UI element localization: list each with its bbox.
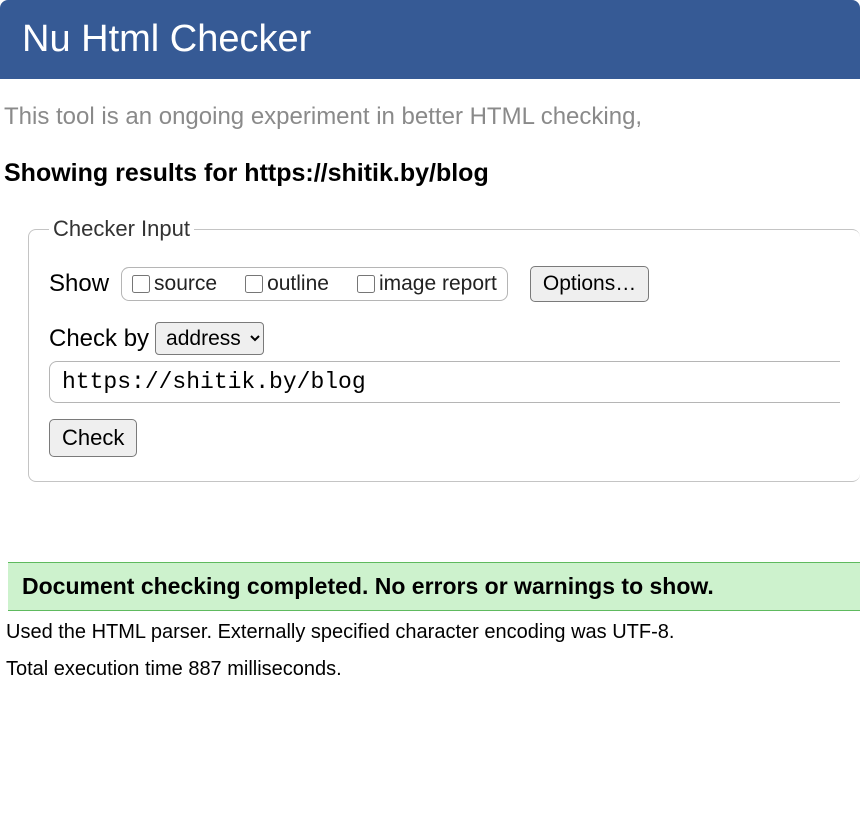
image-report-checkbox-text: image report xyxy=(379,272,497,296)
image-report-checkbox[interactable] xyxy=(357,275,375,293)
check-by-label: Check by xyxy=(49,325,149,353)
outline-checkbox-label[interactable]: outline xyxy=(245,272,329,296)
results-heading: Showing results for https://shitik.by/bl… xyxy=(0,139,860,208)
image-report-checkbox-label[interactable]: image report xyxy=(357,272,497,296)
show-row: Show source outline image report Options… xyxy=(49,266,840,302)
url-input[interactable] xyxy=(49,361,840,403)
outline-checkbox-text: outline xyxy=(267,272,329,296)
timing-info: Total execution time 887 milliseconds. xyxy=(0,648,860,685)
show-checkbox-group: source outline image report xyxy=(121,267,508,301)
source-checkbox-label[interactable]: source xyxy=(132,272,217,296)
check-by-select[interactable]: address xyxy=(155,322,264,355)
check-by-row: Check by address xyxy=(49,322,840,355)
parser-info: Used the HTML parser. Externally specifi… xyxy=(0,611,860,648)
options-button[interactable]: Options… xyxy=(530,266,649,302)
page-title: Nu Html Checker xyxy=(22,18,311,60)
checker-input-fieldset: Checker Input Show source outline image … xyxy=(28,216,860,482)
source-checkbox[interactable] xyxy=(132,275,150,293)
show-label: Show xyxy=(49,270,109,298)
success-banner: Document checking completed. No errors o… xyxy=(8,562,860,611)
checker-input-legend: Checker Input xyxy=(49,216,194,242)
page-header: Nu Html Checker xyxy=(0,0,860,79)
check-button[interactable]: Check xyxy=(49,419,137,457)
subtitle-text: This tool is an ongoing experiment in be… xyxy=(0,79,860,139)
source-checkbox-text: source xyxy=(154,272,217,296)
outline-checkbox[interactable] xyxy=(245,275,263,293)
